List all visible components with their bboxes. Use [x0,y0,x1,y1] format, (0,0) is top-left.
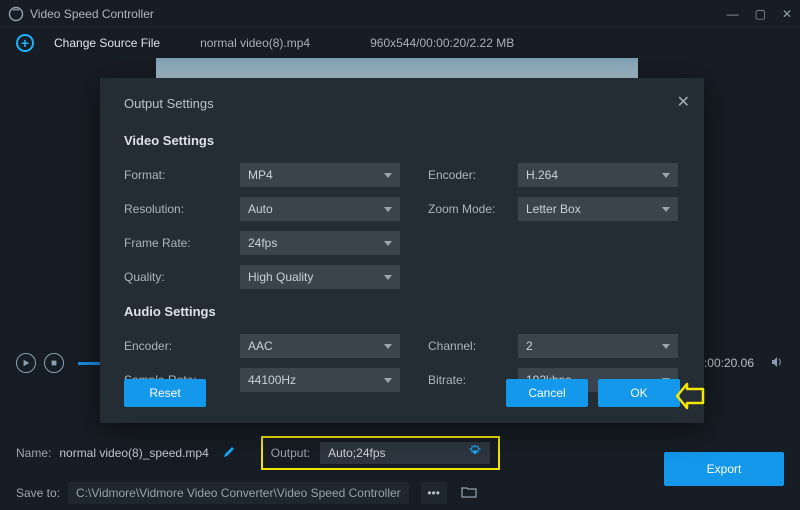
quality-select[interactable]: High Quality [240,265,400,289]
video-encoder-select[interactable]: H.264 [518,163,678,187]
audio-settings-heading: Audio Settings [124,304,680,319]
export-button[interactable]: Export [664,452,784,486]
chevron-down-icon [662,207,670,212]
bottom-panel: Name: normal video(8)_speed.mp4 Output: … [0,430,800,510]
output-select[interactable]: Auto;24fps [320,442,490,464]
app-logo-icon [8,6,24,22]
close-button[interactable]: ✕ [782,7,792,21]
output-highlight-box: Output: Auto;24fps [261,436,500,470]
frame-rate-label: Frame Rate: [124,236,240,250]
chevron-down-icon [384,344,392,349]
zoom-mode-label: Zoom Mode: [428,202,518,216]
dialog-close-button[interactable]: ✕ [677,92,690,112]
volume-icon[interactable] [770,355,784,372]
output-settings-gear-icon[interactable] [468,445,482,462]
window-controls: — ▢ ✕ [727,7,792,21]
chevron-down-icon [384,241,392,246]
format-label: Format: [124,168,240,182]
save-path-field[interactable]: C:\Vidmore\Vidmore Video Converter\Video… [68,482,409,504]
dialog-button-row: Reset Cancel OK [124,379,680,407]
minimize-button[interactable]: — [727,7,739,21]
channel-label: Channel: [428,339,518,353]
reset-button[interactable]: Reset [124,379,206,407]
dialog-title: Output Settings [124,96,680,111]
ok-button[interactable]: OK [598,379,680,407]
stop-button[interactable] [44,353,64,373]
cancel-button[interactable]: Cancel [506,379,588,407]
save-path-value: C:\Vidmore\Vidmore Video Converter\Video… [76,486,401,500]
annotation-arrow-icon [675,381,705,411]
add-source-icon[interactable]: + [16,34,34,52]
name-value: normal video(8)_speed.mp4 [59,446,208,460]
zoom-mode-select[interactable]: Letter Box [518,197,678,221]
open-folder-icon[interactable] [461,485,477,502]
audio-encoder-label: Encoder: [124,339,240,353]
audio-encoder-select[interactable]: AAC [240,334,400,358]
browse-path-button[interactable]: ••• [421,482,447,504]
format-select[interactable]: MP4 [240,163,400,187]
chevron-down-icon [662,173,670,178]
source-file-name: normal video(8).mp4 [200,36,310,50]
app-title: Video Speed Controller [30,7,154,21]
output-value: Auto;24fps [328,446,385,460]
save-to-label: Save to: [16,486,60,500]
chevron-down-icon [662,344,670,349]
chevron-down-icon [384,207,392,212]
channel-select[interactable]: 2 [518,334,678,358]
name-label: Name: [16,446,51,460]
source-bar: + Change Source File normal video(8).mp4… [0,28,800,58]
maximize-button[interactable]: ▢ [755,7,766,21]
titlebar: Video Speed Controller — ▢ ✕ [0,0,800,28]
change-source-button[interactable]: Change Source File [54,36,160,50]
frame-rate-select[interactable]: 24fps [240,231,400,255]
resolution-label: Resolution: [124,202,240,216]
video-thumbnail [156,58,638,80]
play-button[interactable] [16,353,36,373]
output-settings-dialog: Output Settings ✕ Video Settings Format:… [100,78,704,423]
resolution-select[interactable]: Auto [240,197,400,221]
output-label: Output: [271,446,310,460]
chevron-down-icon [384,173,392,178]
source-file-meta: 960x544/00:00:20/2.22 MB [370,36,514,50]
quality-label: Quality: [124,270,240,284]
video-settings-heading: Video Settings [124,133,680,148]
edit-name-icon[interactable] [223,446,235,461]
chevron-down-icon [384,275,392,280]
video-encoder-label: Encoder: [428,168,518,182]
